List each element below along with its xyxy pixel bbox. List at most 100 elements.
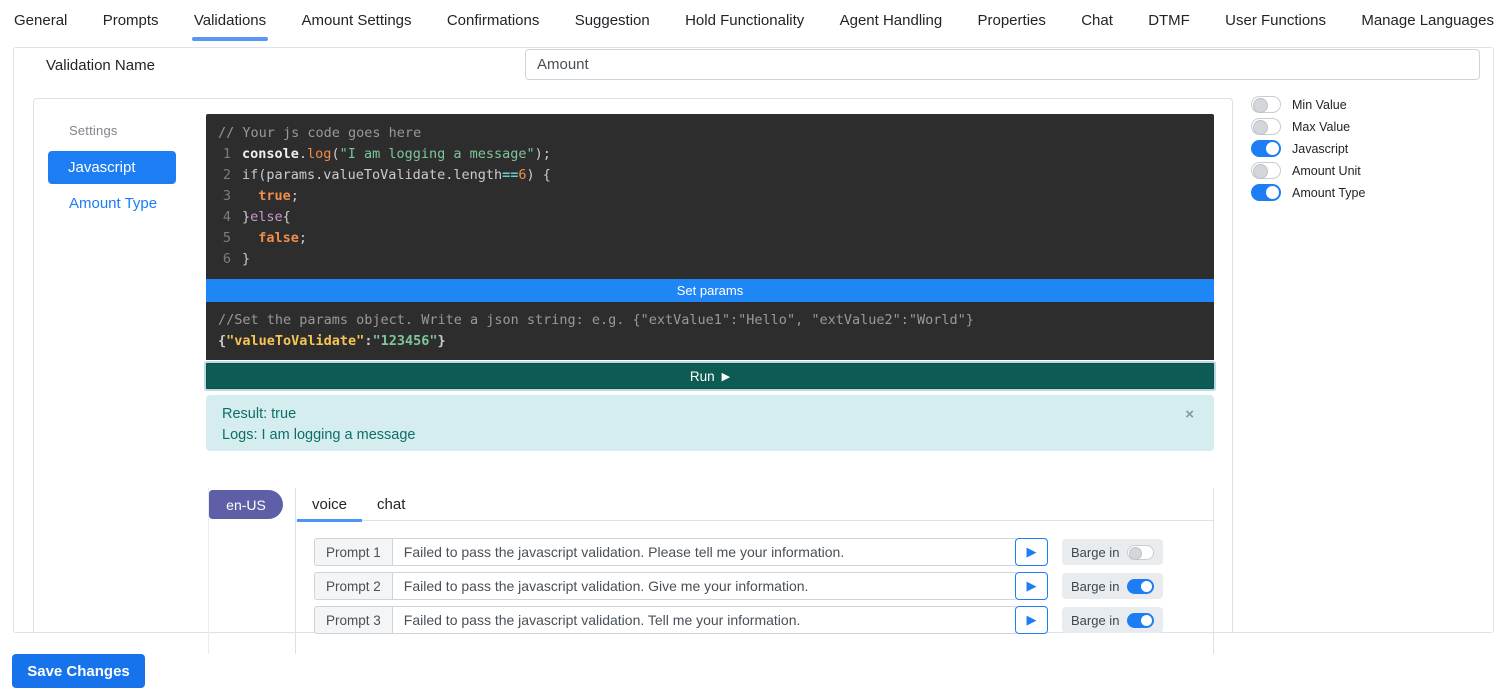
line-number: 3 <box>212 186 242 207</box>
tab-validations[interactable]: Validations <box>194 0 266 41</box>
tab-chat[interactable]: chat <box>362 488 420 520</box>
toggle-row-amount-type: Amount Type <box>1251 184 1481 201</box>
save-changes-button[interactable]: Save Changes <box>12 654 145 688</box>
code-line: 5 false; <box>212 228 1202 249</box>
barge-in-label: Barge in <box>1071 613 1119 628</box>
result-line: Result: true <box>222 404 1198 425</box>
settings-heading: Settings <box>69 123 192 138</box>
run-button[interactable]: Run ▶ <box>206 363 1214 389</box>
barge-in-toggle[interactable] <box>1127 613 1154 628</box>
play-icon: ▶ <box>722 370 730 383</box>
tab-suggestion[interactable]: Suggestion <box>575 0 650 41</box>
code-line: 1console.log("I am logging a message"); <box>212 144 1202 165</box>
prompt-row: Prompt 2 ▶ Barge in <box>314 572 1213 600</box>
prompt-input-group: Prompt 3 <box>314 606 1017 634</box>
language-badge-column: en-US <box>209 488 295 654</box>
validation-name-input[interactable] <box>525 49 1480 80</box>
prompt-input-1[interactable] <box>392 538 1017 566</box>
barge-in-label: Barge in <box>1071 579 1119 594</box>
toggle-min-value[interactable] <box>1251 96 1281 113</box>
validation-name-label: Validation Name <box>46 57 155 74</box>
close-icon[interactable]: × <box>1185 404 1194 425</box>
code-token: if(params.valueToValidate.length <box>242 165 502 186</box>
tab-confirmations[interactable]: Confirmations <box>447 0 540 41</box>
prompt-label: Prompt 2 <box>314 572 392 600</box>
code-token: 6 <box>518 165 526 186</box>
code-token: false <box>258 228 299 249</box>
tab-user-functions[interactable]: User Functions <box>1225 0 1326 41</box>
result-alert: Result: true Logs: I am logging a messag… <box>206 395 1214 451</box>
prompt-label: Prompt 3 <box>314 606 392 634</box>
toggle-row-javascript: Javascript <box>1251 140 1481 157</box>
barge-in-control: Barge in <box>1062 573 1163 599</box>
toggle-label: Max Value <box>1292 120 1350 134</box>
toggle-label: Min Value <box>1292 98 1347 112</box>
prompt-label: Prompt 1 <box>314 538 392 566</box>
validation-card: Settings Javascript Amount Type // Your j… <box>33 98 1233 632</box>
play-prompt-button[interactable]: ▶ <box>1015 572 1048 600</box>
code-token: } <box>437 333 445 349</box>
barge-in-toggle[interactable] <box>1127 545 1154 560</box>
run-label: Run <box>690 369 715 384</box>
set-params-button[interactable]: Set params <box>206 279 1214 302</box>
barge-in-control: Barge in <box>1062 539 1163 565</box>
tab-prompts[interactable]: Prompts <box>103 0 159 41</box>
sidebar-item-amount-type[interactable]: Amount Type <box>69 195 157 212</box>
prompt-row: Prompt 3 ▶ Barge in <box>314 606 1213 634</box>
code-token: ; <box>291 186 299 207</box>
toggle-row-min-value: Min Value <box>1251 96 1481 113</box>
params-comment: //Set the params object. Write a json st… <box>218 310 1202 331</box>
barge-in-control: Barge in <box>1062 607 1163 633</box>
code-token: } <box>242 207 250 228</box>
top-nav-tabs: General Prompts Validations Amount Settings… <box>0 0 1508 41</box>
toggle-label: Javascript <box>1292 142 1348 156</box>
language-main: voicechat Prompt 1 ▶ Barge in Prompt 2 ▶ Barg… <box>295 488 1214 654</box>
toggle-amount-type[interactable] <box>1251 184 1281 201</box>
line-number: 2 <box>212 165 242 186</box>
code-token: console <box>242 144 299 165</box>
tab-properties[interactable]: Properties <box>978 0 1046 41</box>
tab-general[interactable]: General <box>14 0 67 41</box>
code-token: { <box>218 333 226 349</box>
code-line: 2if(params.valueToValidate.length == 6) … <box>212 165 1202 186</box>
toggle-javascript[interactable] <box>1251 140 1281 157</box>
tab-amount-settings[interactable]: Amount Settings <box>301 0 411 41</box>
barge-in-label: Barge in <box>1071 545 1119 560</box>
params-editor[interactable]: //Set the params object. Write a json st… <box>206 302 1214 360</box>
prompt-row: Prompt 1 ▶ Barge in <box>314 538 1213 566</box>
tab-manage-languages[interactable]: Manage Languages <box>1361 0 1494 41</box>
code-token: . <box>299 144 307 165</box>
code-token: true <box>258 186 291 207</box>
barge-in-toggle[interactable] <box>1127 579 1154 594</box>
code-line: 6} <box>212 249 1202 270</box>
prompt-input-3[interactable] <box>392 606 1017 634</box>
toggle-row-amount-unit: Amount Unit <box>1251 162 1481 179</box>
params-json-line: {"valueToValidate":"123456"} <box>218 331 1202 352</box>
code-token <box>242 186 258 207</box>
code-token <box>242 228 258 249</box>
code-token: == <box>502 165 518 186</box>
toggle-max-value[interactable] <box>1251 118 1281 135</box>
validation-content: // Your js code goes here 1console.log("… <box>192 99 1232 632</box>
logs-line: Logs: I am logging a message <box>222 425 1198 446</box>
js-code-editor[interactable]: // Your js code goes here 1console.log("… <box>206 114 1214 279</box>
code-token: ( <box>331 144 339 165</box>
tab-hold-functionality[interactable]: Hold Functionality <box>685 0 804 41</box>
sidebar-item-javascript[interactable]: Javascript <box>48 151 176 184</box>
tab-chat[interactable]: Chat <box>1081 0 1113 41</box>
toggle-label: Amount Type <box>1292 186 1365 200</box>
tab-agent-handling[interactable]: Agent Handling <box>840 0 943 41</box>
tab-dtmf[interactable]: DTMF <box>1148 0 1190 41</box>
code-line: 4} else { <box>212 207 1202 228</box>
play-prompt-button[interactable]: ▶ <box>1015 538 1048 566</box>
code-token: "123456" <box>372 333 437 349</box>
code-token: log <box>307 144 331 165</box>
toggle-row-max-value: Max Value <box>1251 118 1481 135</box>
settings-sidebar: Settings Javascript Amount Type <box>34 99 192 632</box>
prompt-rows: Prompt 1▶Barge inPrompt 2▶Barge inPrompt… <box>296 521 1213 654</box>
channel-tabs: voicechat <box>296 488 1213 521</box>
toggle-amount-unit[interactable] <box>1251 162 1281 179</box>
play-prompt-button[interactable]: ▶ <box>1015 606 1048 634</box>
prompt-input-2[interactable] <box>392 572 1017 600</box>
tab-voice[interactable]: voice <box>297 488 362 520</box>
